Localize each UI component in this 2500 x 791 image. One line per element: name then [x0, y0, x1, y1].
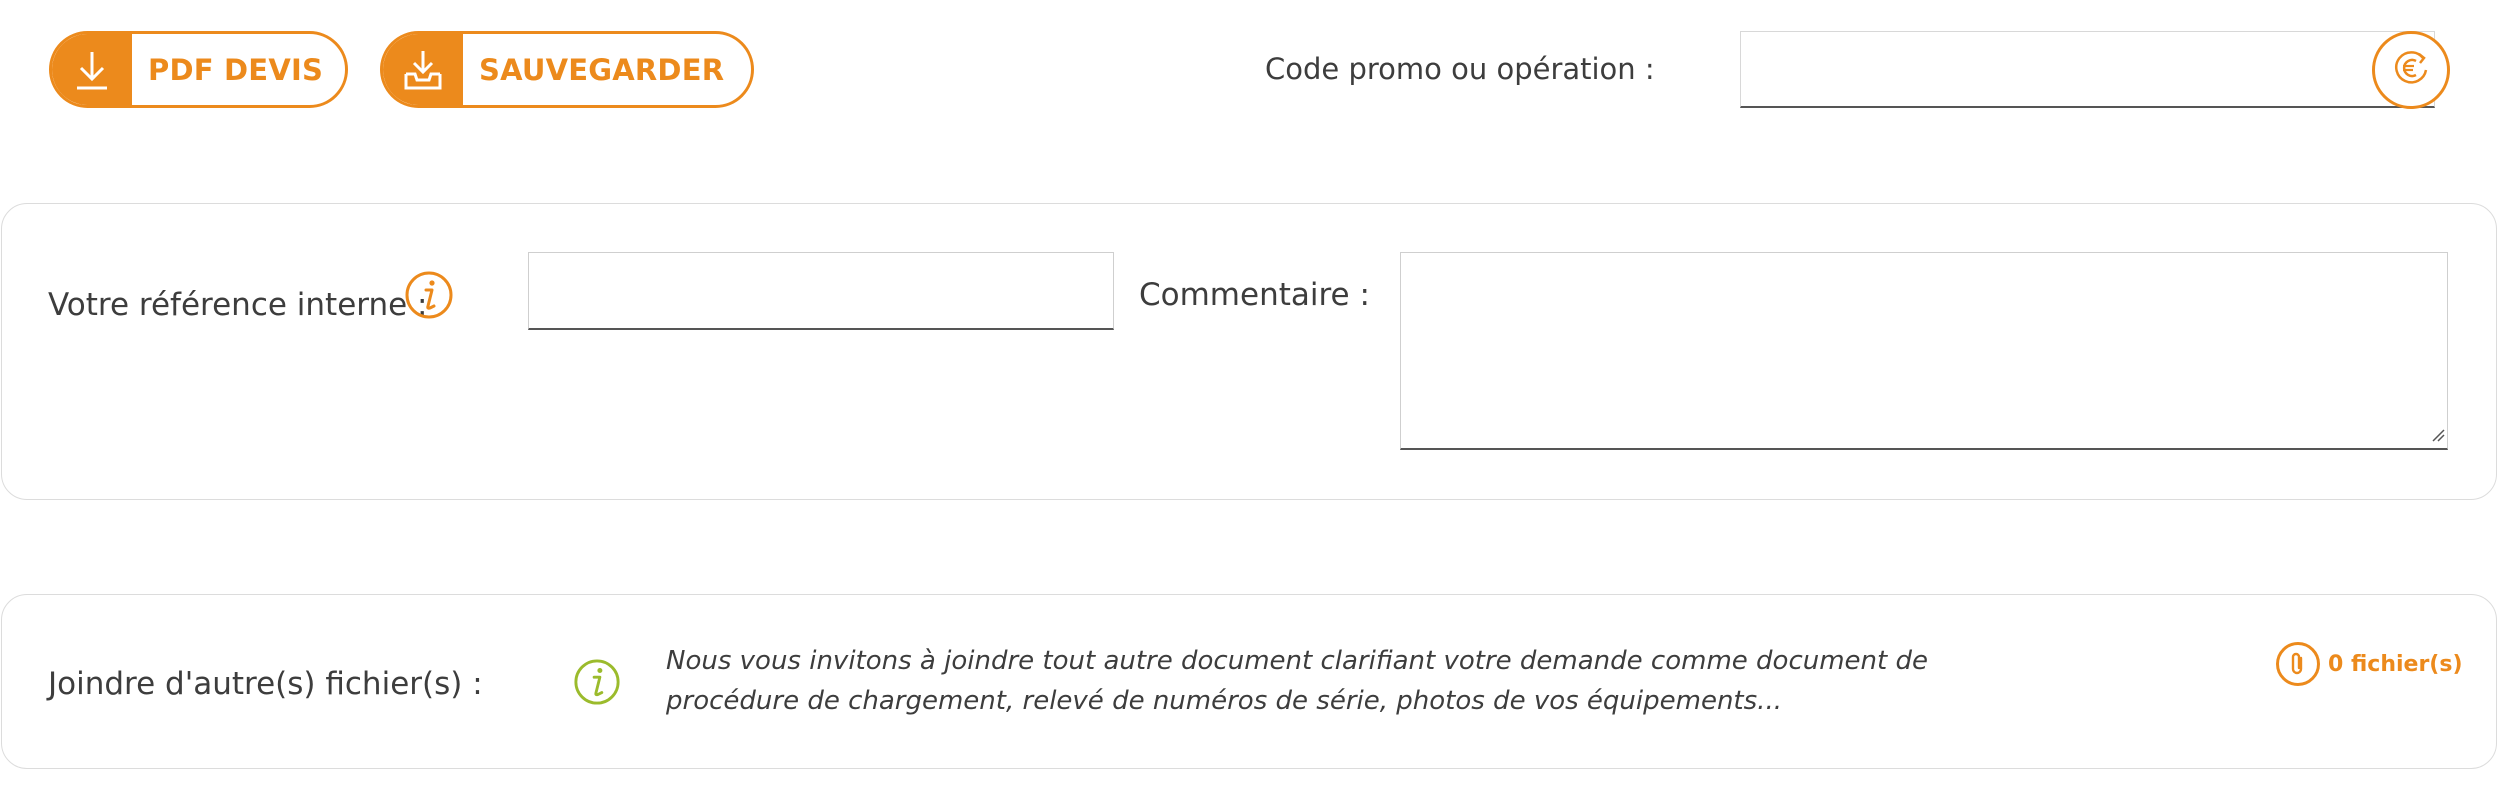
- pdf-devis-button[interactable]: PDF DEVIS: [49, 31, 348, 108]
- attach-files-button[interactable]: 0 fichier(s): [2276, 642, 2463, 686]
- apply-promo-button[interactable]: [2372, 31, 2450, 109]
- info-icon[interactable]: [573, 658, 621, 710]
- files-help-text: Nous vous invitons à joindre tout autre …: [666, 646, 1928, 716]
- paperclip-icon: [2276, 642, 2320, 686]
- save-button[interactable]: SAUVEGARDER: [380, 31, 754, 108]
- file-count: 0 fichier(s): [2328, 651, 2463, 677]
- resize-grip-icon[interactable]: [2431, 427, 2445, 446]
- euro-refresh-icon: [2389, 46, 2433, 94]
- download-icon: [52, 34, 132, 105]
- info-icon[interactable]: [404, 270, 454, 324]
- save-tray-icon: [383, 34, 463, 105]
- comment-textarea[interactable]: [1400, 252, 2448, 450]
- promo-code-input[interactable]: [1740, 31, 2435, 108]
- pdf-devis-label: PDF DEVIS: [148, 52, 324, 87]
- promo-code-label: Code promo ou opération :: [1265, 52, 1655, 86]
- save-label: SAUVEGARDER: [479, 52, 725, 87]
- comment-label: Commentaire :: [1139, 277, 1370, 313]
- reference-label: Votre référence interne :: [48, 287, 428, 323]
- files-label: Joindre d'autre(s) fichier(s) :: [48, 666, 483, 702]
- reference-input[interactable]: [528, 252, 1114, 330]
